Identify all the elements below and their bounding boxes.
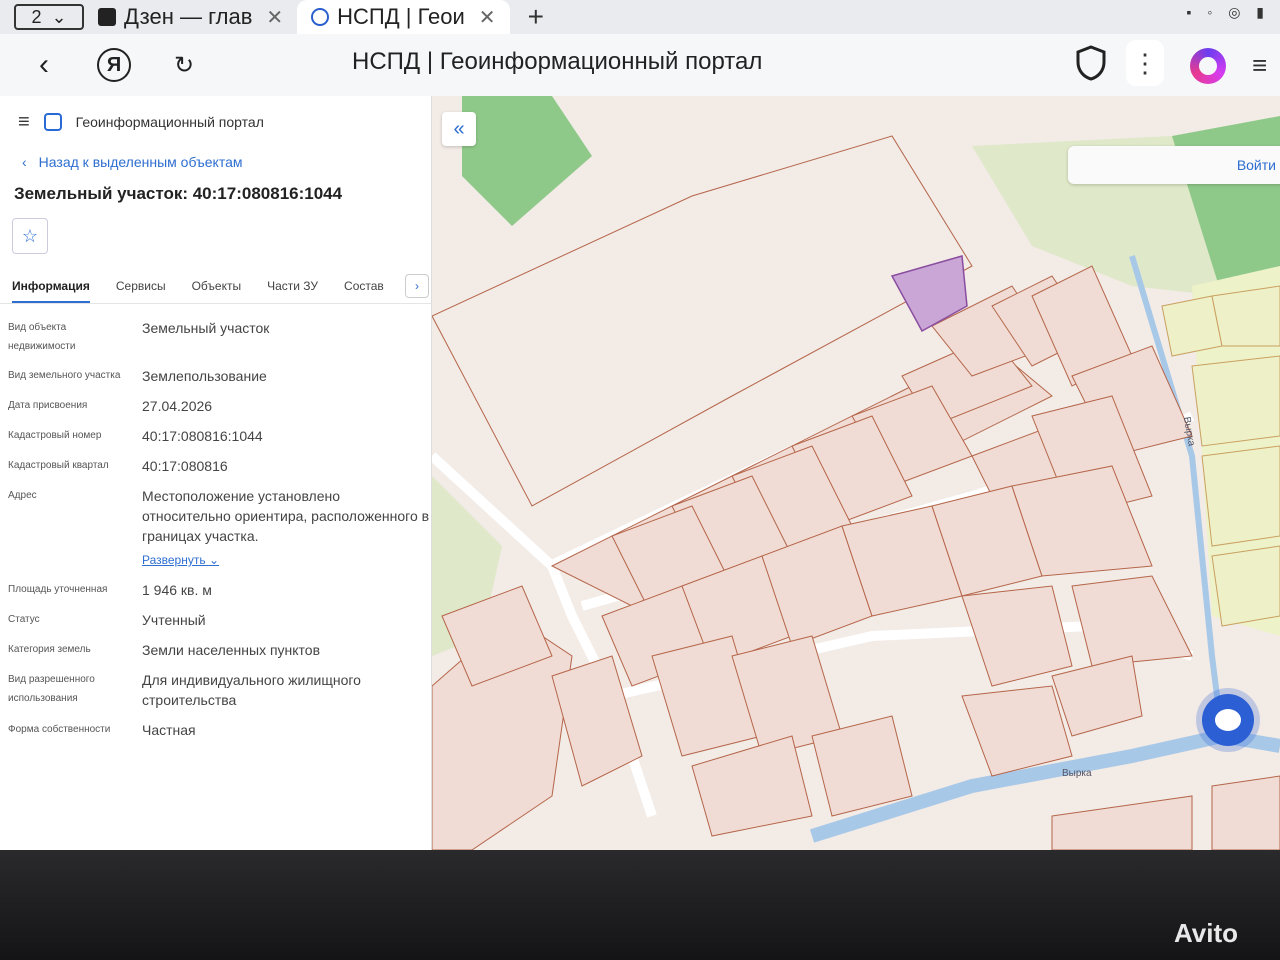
attribute-value: Земли населенных пунктов: [142, 642, 321, 658]
chat-icon: [1215, 709, 1241, 731]
attribute-row: Площадь уточненная 1 946 кв. м: [8, 580, 431, 600]
panel-header: ≡ Геоинформационный портал: [0, 96, 431, 148]
tab-title: Дзен — глав: [124, 4, 253, 29]
attribute-value[interactable]: 40:17:080816:1044: [132, 426, 431, 446]
new-tab-button[interactable]: +: [528, 1, 544, 33]
tabs-scroll-right-button[interactable]: ›: [405, 274, 429, 298]
attribute-value: Учтенный: [142, 612, 206, 628]
portal-logo-icon: [43, 113, 62, 131]
browser-toolbar: ‹ Я ↻ НСПД | Геоинформационный портал ⋮ …: [0, 34, 1280, 96]
tab-parts[interactable]: Части ЗУ: [267, 279, 318, 293]
close-icon[interactable]: ✕: [479, 5, 496, 30]
yandex-button[interactable]: Я: [88, 39, 140, 91]
attribute-row: Адрес Местоположение установлено относит…: [8, 486, 431, 570]
attribute-key: Вид разрешенного использования: [8, 674, 95, 704]
login-button[interactable]: Войти: [1068, 146, 1280, 184]
attribute-value: 27.04.2026: [142, 398, 213, 414]
nspd-favicon-icon: [311, 8, 330, 26]
attribute-value: 1 946 кв. м: [142, 582, 212, 598]
tab-count: 2: [31, 6, 42, 27]
attribute-key: Категория земель: [8, 644, 91, 655]
attribute-value-address: Местоположение установлено относительно …: [132, 486, 431, 570]
tab-title: НСПД | Геои: [337, 4, 465, 29]
shield-icon[interactable]: [1074, 44, 1108, 82]
forest-area: [462, 96, 592, 226]
map-canvas[interactable]: [432, 96, 1280, 850]
attribute-row: Статус Учтенный: [8, 610, 431, 630]
attribute-row: Форма собственности Частная: [8, 720, 431, 740]
back-button[interactable]: ‹: [18, 39, 70, 91]
attribute-key: Вид земельного участка: [8, 370, 121, 381]
object-info-panel: ≡ Геоинформационный портал ‹ Назад к выд…: [0, 96, 432, 850]
attribute-value: Земельный участок: [142, 320, 270, 336]
attribute-row: Кадастровый квартал 40:17:080816: [8, 456, 431, 476]
chevron-left-icon: ‹: [22, 154, 27, 170]
system-status-icons: ▪ ◦ ◎ ▮: [1186, 4, 1270, 20]
star-icon: ☆: [21, 225, 39, 246]
hamburger-menu-icon[interactable]: ≡: [1252, 50, 1267, 81]
more-options-button[interactable]: ⋮: [1126, 40, 1164, 86]
attribute-value[interactable]: 40:17:080816: [132, 456, 431, 476]
attribute-key: Дата присвоения: [8, 400, 88, 411]
attribute-key: Вид объекта недвижимости: [8, 322, 76, 352]
address-text: Местоположение установлено относительно …: [142, 488, 430, 544]
login-label: Войти: [1236, 157, 1276, 173]
attribute-row: Дата присвоения 27.04.2026: [8, 396, 431, 416]
attribute-row: Кадастровый номер 40:17:080816:1044: [8, 426, 431, 446]
tab-objects[interactable]: Объекты: [192, 279, 242, 293]
reload-button[interactable]: ↻: [158, 39, 210, 91]
browser-tab-strip: 2 ⌄ Дзен — глав ✕ НСПД | Геои ✕ + ▪ ◦ ◎ …: [0, 0, 1280, 34]
panel-tabs: Информация Сервисы Объекты Части ЗУ Сост…: [0, 268, 431, 304]
attribute-key: Кадастровый номер: [8, 430, 102, 441]
meadow-parcels-layer: [1161, 285, 1280, 627]
expand-address-link[interactable]: Развернуть ⌄: [142, 550, 219, 570]
browser-tab-nspd[interactable]: НСПД | Геои ✕: [297, 0, 510, 34]
tab-composition[interactable]: Состав: [344, 279, 384, 293]
back-to-selected-link[interactable]: ‹ Назад к выделенным объектам: [22, 148, 431, 176]
chat-support-button[interactable]: [1202, 694, 1254, 746]
double-chevron-left-icon: «: [453, 117, 465, 140]
attribute-value: Для индивидуального жилищного строительс…: [142, 672, 361, 708]
object-title: Земельный участок: 40:17:080816:1044: [14, 184, 343, 203]
monitor-bezel: [0, 850, 1280, 960]
attribute-row: Категория земель Земли населенных пункто…: [8, 640, 431, 660]
back-link-label: Назад к выделенным объектам: [38, 154, 243, 170]
attribute-value: Частная: [142, 722, 196, 738]
dzen-favicon-icon: [98, 8, 116, 26]
attribute-key: Адрес: [8, 490, 37, 501]
cadastral-map[interactable]: « Войти Вырка Вырка: [432, 96, 1280, 850]
favorite-button[interactable]: ☆: [12, 218, 48, 254]
tab-information[interactable]: Информация: [12, 279, 90, 303]
avito-watermark: Avito: [1174, 918, 1239, 948]
device-screen: 2 ⌄ Дзен — глав ✕ НСПД | Геои ✕ + ▪ ◦ ◎ …: [0, 0, 1280, 850]
attribute-row: Вид земельного участка Землепользование: [8, 366, 431, 386]
attribute-key: Кадастровый квартал: [8, 460, 109, 471]
menu-icon[interactable]: ≡: [18, 111, 30, 134]
attribute-key: Площадь уточненная: [8, 584, 108, 595]
attribute-row: Вид объекта недвижимости Земельный участ…: [8, 318, 431, 356]
attribute-row: Вид разрешенного использования Для индив…: [8, 670, 431, 710]
chevron-right-icon: ›: [415, 279, 419, 293]
river-label: Вырка: [1062, 768, 1092, 779]
tab-counter-button[interactable]: 2 ⌄: [14, 4, 84, 30]
chevron-down-icon: ⌄: [51, 6, 67, 27]
attribute-key: Форма собственности: [8, 724, 111, 735]
alice-assistant-icon[interactable]: [1190, 48, 1226, 84]
attribute-key: Статус: [8, 614, 40, 625]
chevron-down-icon: ⌄: [208, 553, 220, 567]
tab-services[interactable]: Сервисы: [116, 279, 166, 293]
yandex-logo-icon: Я: [97, 48, 131, 82]
browser-tab-dzen[interactable]: Дзен — глав ✕: [84, 0, 297, 34]
collapse-panel-button[interactable]: «: [442, 112, 476, 146]
expand-label: Развернуть: [142, 553, 206, 567]
address-bar-title[interactable]: НСПД | Геоинформационный портал: [352, 48, 762, 76]
portal-name: Геоинформационный портал: [75, 114, 264, 130]
attribute-value: Землепользование: [142, 368, 267, 384]
close-icon[interactable]: ✕: [266, 5, 283, 30]
attribute-list: Вид объекта недвижимости Земельный участ…: [0, 304, 431, 740]
